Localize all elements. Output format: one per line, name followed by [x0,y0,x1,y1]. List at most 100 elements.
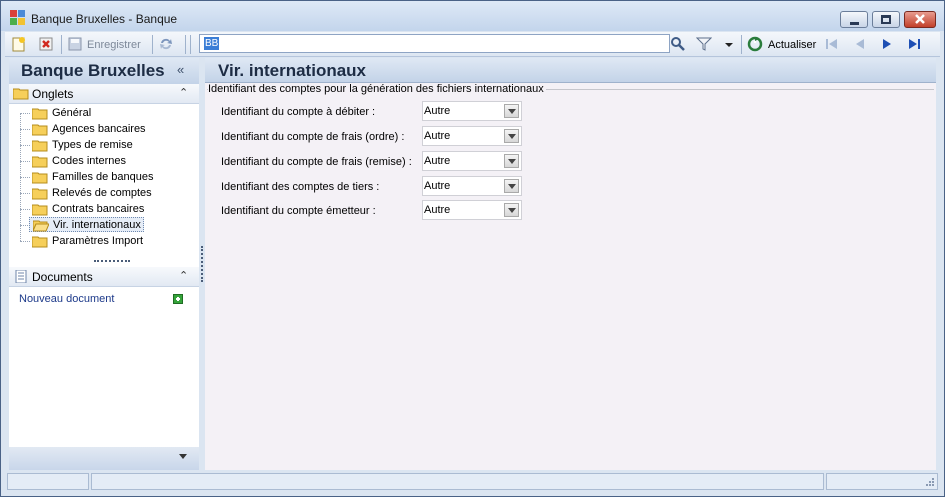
select-value: Autre [424,155,451,167]
app-icon [10,10,26,26]
collapse-sidebar-icon[interactable]: « [177,62,184,77]
sidebar-item-vir-internationaux[interactable]: Vir. internationaux [29,217,144,232]
sidebar-item-types-de-remise[interactable]: Types de remise [29,138,133,153]
status-cell [91,473,824,490]
group-box-title: Identifiant des comptes pour la générati… [208,83,546,95]
select-value: Autre [424,105,451,117]
chevron-down-icon[interactable] [504,203,519,217]
sidebar-item-codes-internes[interactable]: Codes internes [29,154,126,169]
new-document-link[interactable]: Nouveau document [19,293,114,305]
field-label-third-party-accounts: Identifiant des comptes de tiers : [221,181,380,193]
sidebar-item-label: Agences bancaires [52,123,146,135]
sidebar-item-label: Relevés de comptes [52,187,152,199]
fees-account-remise-select[interactable]: Autre [422,151,522,171]
application-window: Banque Bruxelles - Banque Enregistrer BB… [0,0,945,497]
folder-icon [32,156,48,168]
folder-icon [32,172,48,184]
field-label-fees-account-remise: Identifiant du compte de frais (remise) … [221,156,412,168]
onglets-label: Onglets [32,87,74,101]
refresh-button[interactable]: Actualiser [768,39,816,51]
sidebar-item-contrats-bancaires[interactable]: Contrats bancaires [29,202,144,217]
sidebar-item-general[interactable]: Général [29,106,91,121]
folder-icon [32,188,48,200]
restore-button[interactable] [872,11,900,28]
fees-account-order-select[interactable]: Autre [422,126,522,146]
save-button[interactable]: Enregistrer [87,39,141,51]
sidebar-item-agences-bancaires[interactable]: Agences bancaires [29,122,146,137]
filter-icon[interactable] [696,36,712,52]
search-input-value[interactable]: BB [204,37,220,50]
title-bar: Banque Bruxelles - Banque [1,1,944,31]
sidebar-item-label: Contrats bancaires [52,203,145,215]
sidebar-item-label: Général [52,107,92,119]
sidebar-item-label: Familles de banques [52,171,154,183]
next-record-icon[interactable] [879,36,895,52]
window-title: Banque Bruxelles - Banque [31,12,178,26]
status-bar [5,471,940,492]
folder-icon [32,124,48,136]
save-icon [68,37,82,51]
sidebar-resize-handle[interactable] [201,246,203,282]
debit-account-select[interactable]: Autre [422,101,522,121]
main-header: Vir. internationaux [205,58,936,83]
third-party-accounts-select[interactable]: Autre [422,176,522,196]
sidebar-item-label: Types de remise [52,139,133,151]
chevron-up-icon[interactable]: ⌃ [179,269,188,282]
field-label-fees-account-order: Identifiant du compte de frais (ordre) : [221,131,405,143]
resize-grip-icon[interactable] [923,477,935,489]
document-icon [15,270,27,283]
status-cell [7,473,89,490]
select-value: Autre [424,204,451,216]
sidebar: Banque Bruxelles « Onglets ⌃ Général Age… [9,58,199,470]
select-value: Autre [424,130,451,142]
add-icon[interactable] [173,294,183,304]
panel-splitter[interactable] [94,260,130,262]
chevron-down-icon[interactable] [721,36,737,52]
previous-record-icon[interactable] [852,36,868,52]
sidebar-item-familles-de-banques[interactable]: Familles de banques [29,170,154,185]
minimize-icon [850,22,859,25]
page-title: Vir. internationaux [218,61,367,80]
new-icon[interactable] [11,36,27,52]
delete-icon[interactable] [38,36,54,52]
select-value: Autre [424,180,451,192]
sidebar-item-releves-de-comptes[interactable]: Relevés de comptes [29,186,152,201]
toolbar: Enregistrer BB Actualiser [5,32,940,57]
sidebar-item-parametres-import[interactable]: Paramètres Import [29,234,143,249]
refresh-icon[interactable] [747,36,763,52]
folder-icon [32,236,48,248]
documents-label: Documents [32,270,93,284]
field-label-debit-account: Identifiant du compte à débiter : [221,106,376,118]
restore-icon [881,15,891,24]
sidebar-footer [9,447,199,470]
chevron-down-icon[interactable] [504,129,519,143]
folder-open-icon [33,220,49,232]
close-button[interactable] [904,11,936,28]
search-field[interactable]: BB [199,34,670,53]
chevron-down-icon[interactable] [504,104,519,118]
sync-icon[interactable] [158,36,174,52]
folder-icon [32,140,48,152]
documents-group-header[interactable]: Documents ⌃ [9,267,199,287]
close-icon [915,14,925,24]
chevron-up-icon[interactable]: ⌃ [179,86,188,99]
first-record-icon[interactable] [824,36,840,52]
chevron-down-icon[interactable] [179,454,187,459]
sidebar-header: Banque Bruxelles « [9,58,199,84]
folder-icon [13,88,29,100]
issuer-account-select[interactable]: Autre [422,200,522,220]
chevron-down-icon[interactable] [504,154,519,168]
field-label-issuer-account: Identifiant du compte émetteur : [221,205,376,217]
sidebar-item-label: Codes internes [52,155,126,167]
sidebar-item-label: Paramètres Import [52,235,144,247]
last-record-icon[interactable] [906,36,922,52]
sidebar-item-label: Vir. internationaux [53,219,141,231]
folder-icon [32,108,48,120]
main-panel: Vir. internationaux Identifiant des comp… [205,58,936,470]
sidebar-title: Banque Bruxelles [21,61,165,80]
chevron-down-icon[interactable] [504,179,519,193]
folder-icon [32,204,48,216]
onglets-group-header[interactable]: Onglets ⌃ [9,84,199,104]
search-icon[interactable] [670,36,686,52]
minimize-button[interactable] [840,11,868,28]
